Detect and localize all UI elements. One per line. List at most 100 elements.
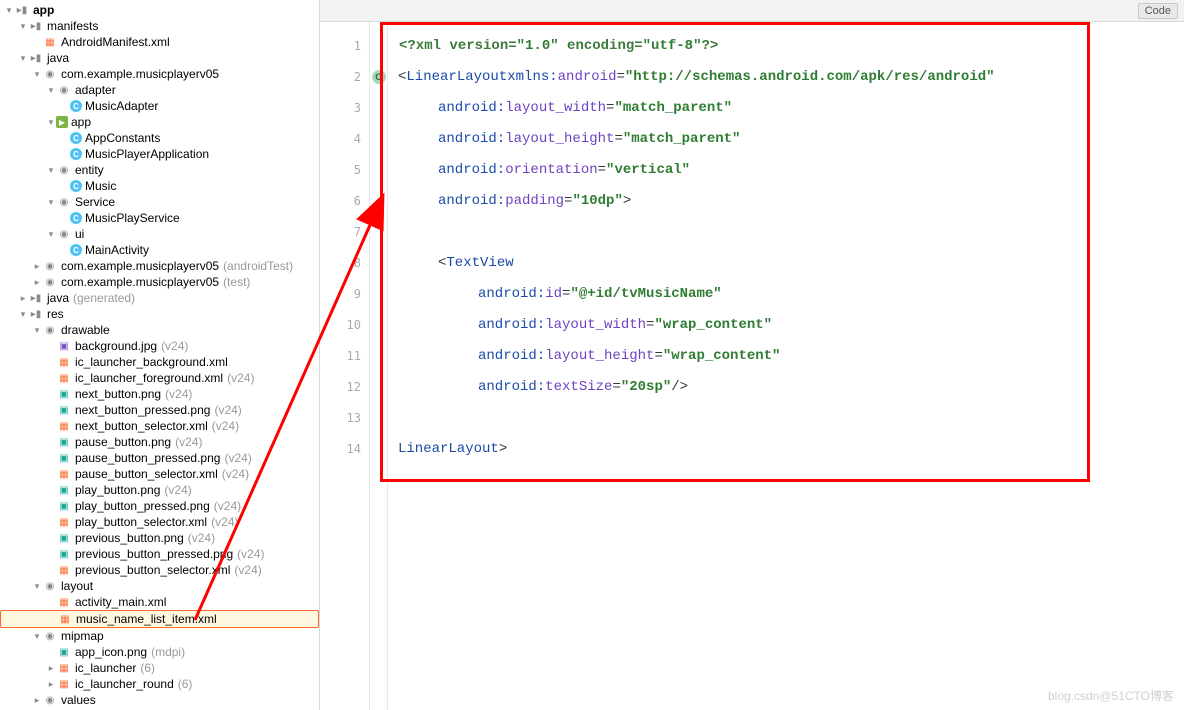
- expander-icon[interactable]: ▾: [46, 197, 56, 208]
- tree-item[interactable]: ▸▦ic_launcher(6): [0, 660, 319, 676]
- tree-item[interactable]: ▦music_name_list_item.xml: [0, 610, 319, 628]
- expander-icon[interactable]: ▾: [32, 69, 42, 80]
- expander-icon[interactable]: ▾: [18, 309, 28, 320]
- line-number: 5: [320, 154, 369, 185]
- expander-icon[interactable]: ▾: [32, 325, 42, 336]
- tree-item[interactable]: ▸◉com.example.musicplayerv05(androidTest…: [0, 258, 319, 274]
- expander-icon[interactable]: ▾: [18, 53, 28, 64]
- tree-item[interactable]: ▾▸▮manifests: [0, 18, 319, 34]
- code-tab-button[interactable]: Code: [1138, 3, 1178, 19]
- code-line[interactable]: android:orientation="vertical": [388, 154, 1184, 185]
- expander-icon[interactable]: ▾: [46, 85, 56, 96]
- expander-icon[interactable]: ▾: [46, 117, 56, 128]
- code-line[interactable]: [388, 216, 1184, 247]
- tree-item-label: MusicPlayerApplication: [85, 147, 209, 161]
- xml-icon: ▦: [56, 355, 72, 369]
- expander-icon[interactable]: ▾: [32, 581, 42, 592]
- tree-item[interactable]: ▣next_button.png(v24): [0, 386, 319, 402]
- project-tree[interactable]: ▾▸▮app▾▸▮manifests▦AndroidManifest.xml▾▸…: [0, 0, 320, 710]
- expander-icon[interactable]: ▾: [4, 5, 14, 16]
- tree-item[interactable]: ▦ic_launcher_foreground.xml(v24): [0, 370, 319, 386]
- expander-icon[interactable]: ▾: [46, 165, 56, 176]
- tree-item[interactable]: ▾▶app: [0, 114, 319, 130]
- code-line[interactable]: android:layout_width="match_parent": [388, 92, 1184, 123]
- tree-item[interactable]: ▦next_button_selector.xml(v24): [0, 418, 319, 434]
- code-line[interactable]: [388, 402, 1184, 433]
- tree-item[interactable]: ▦pause_button_selector.xml(v24): [0, 466, 319, 482]
- tree-item-label: com.example.musicplayerv05: [61, 275, 219, 289]
- expander-icon[interactable]: ▸: [46, 679, 56, 690]
- tree-item[interactable]: ▣background.jpg(v24): [0, 338, 319, 354]
- expander-icon[interactable]: ▾: [32, 631, 42, 642]
- tree-item[interactable]: CMusicAdapter: [0, 98, 319, 114]
- code-line[interactable]: <?xml version="1.0" encoding="utf-8"?>: [388, 30, 1184, 61]
- tree-item[interactable]: ▦ic_launcher_background.xml: [0, 354, 319, 370]
- tree-item[interactable]: CMusicPlayerApplication: [0, 146, 319, 162]
- tree-item[interactable]: ▸◉com.example.musicplayerv05(test): [0, 274, 319, 290]
- tree-item[interactable]: ▣play_button_pressed.png(v24): [0, 498, 319, 514]
- tree-item[interactable]: ▣previous_button.png(v24): [0, 530, 319, 546]
- tree-item[interactable]: ▾◉adapter: [0, 82, 319, 98]
- tree-item-label: manifests: [47, 19, 98, 33]
- tree-item-label: java: [47, 51, 69, 65]
- tree-item[interactable]: ▸▦ic_launcher_round(6): [0, 676, 319, 692]
- code-line[interactable]: android:id="@+id/tvMusicName": [388, 278, 1184, 309]
- tree-item[interactable]: CMainActivity: [0, 242, 319, 258]
- expander-icon[interactable]: ▸: [46, 663, 56, 674]
- code-line[interactable]: android:padding="10dp">: [388, 185, 1184, 216]
- package-icon: ◉: [56, 83, 72, 97]
- expander-icon[interactable]: ▾: [18, 21, 28, 32]
- tree-item-label: pause_button_pressed.png: [75, 451, 220, 465]
- line-number: 9: [320, 278, 369, 309]
- folder-icon: ▸▮: [28, 291, 44, 305]
- tree-item[interactable]: ▾◉com.example.musicplayerv05: [0, 66, 319, 82]
- tree-item[interactable]: CMusic: [0, 178, 319, 194]
- tree-item[interactable]: ▾▸▮java: [0, 50, 319, 66]
- code-line[interactable]: <LinearLayout xmlns:android="http://sche…: [388, 61, 1184, 92]
- tree-item[interactable]: ▾▸▮res: [0, 306, 319, 322]
- tree-item[interactable]: ▾◉mipmap: [0, 628, 319, 644]
- code-line[interactable]: LinearLayout>: [388, 433, 1184, 464]
- code-pane[interactable]: <?xml version="1.0" encoding="utf-8"?><L…: [388, 22, 1184, 710]
- tree-item-label: res: [47, 307, 64, 321]
- tree-item[interactable]: ▾◉entity: [0, 162, 319, 178]
- code-line[interactable]: android:textSize="20sp"/>: [388, 371, 1184, 402]
- expander-icon[interactable]: ▾: [46, 229, 56, 240]
- image-icon: ▣: [56, 645, 72, 659]
- expander-icon[interactable]: ▸: [32, 277, 42, 288]
- tree-item[interactable]: ▦previous_button_selector.xml(v24): [0, 562, 319, 578]
- expander-icon[interactable]: ▸: [32, 695, 42, 706]
- tree-item[interactable]: ▣play_button.png(v24): [0, 482, 319, 498]
- tree-item[interactable]: ▸▸▮java(generated): [0, 290, 319, 306]
- tree-item[interactable]: ▣app_icon.png(mdpi): [0, 644, 319, 660]
- code-line[interactable]: <TextView: [388, 247, 1184, 278]
- expander-icon[interactable]: ▸: [18, 293, 28, 304]
- editor-toolbar: Code: [320, 0, 1184, 22]
- tree-item[interactable]: CAppConstants: [0, 130, 319, 146]
- tree-item[interactable]: ▣pause_button_pressed.png(v24): [0, 450, 319, 466]
- tree-item[interactable]: ▾◉Service: [0, 194, 319, 210]
- tree-item[interactable]: ▦activity_main.xml: [0, 594, 319, 610]
- tree-item[interactable]: ▦play_button_selector.xml(v24): [0, 514, 319, 530]
- tree-item[interactable]: ▾▸▮app: [0, 2, 319, 18]
- tree-item-label: Service: [75, 195, 115, 209]
- code-line[interactable]: android:layout_width="wrap_content": [388, 309, 1184, 340]
- tree-item-hint: (6): [140, 661, 155, 675]
- tree-item[interactable]: ▣previous_button_pressed.png(v24): [0, 546, 319, 562]
- tree-item[interactable]: ▣pause_button.png(v24): [0, 434, 319, 450]
- tree-item[interactable]: ▾◉layout: [0, 578, 319, 594]
- tree-item-hint: (generated): [73, 291, 135, 305]
- tree-item[interactable]: ▾◉ui: [0, 226, 319, 242]
- tree-item[interactable]: ▣next_button_pressed.png(v24): [0, 402, 319, 418]
- code-line[interactable]: android:layout_height="match_parent": [388, 123, 1184, 154]
- tree-item-label: ic_launcher: [75, 661, 136, 675]
- expander-icon[interactable]: ▸: [32, 261, 42, 272]
- tree-item[interactable]: CMusicPlayService: [0, 210, 319, 226]
- tree-item[interactable]: ▸◉values: [0, 692, 319, 708]
- code-line[interactable]: android:layout_height="wrap_content": [388, 340, 1184, 371]
- tree-item[interactable]: ▦AndroidManifest.xml: [0, 34, 319, 50]
- watermark: blog.csdn@51CTO博客: [1048, 687, 1174, 704]
- tree-item[interactable]: ▾◉drawable: [0, 322, 319, 338]
- package-icon: ◉: [42, 693, 58, 707]
- tree-item-label: AndroidManifest.xml: [61, 35, 170, 49]
